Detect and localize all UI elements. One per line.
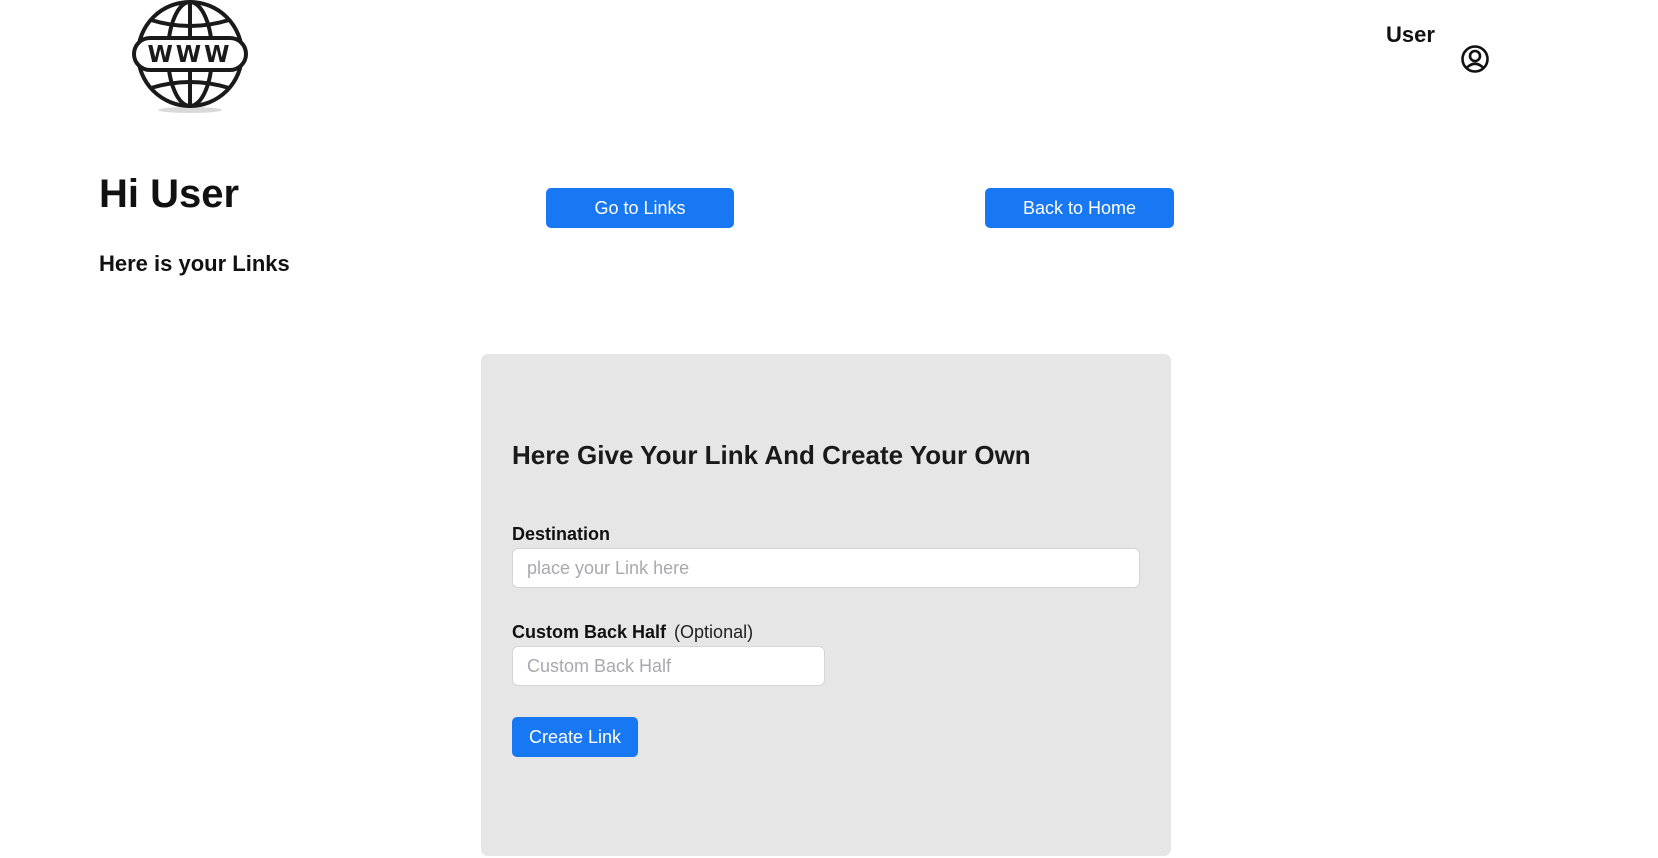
optional-note: (Optional)	[674, 622, 754, 642]
page: WWW User Hi User Here is your Links Go t…	[0, 0, 1658, 858]
destination-input[interactable]	[512, 548, 1140, 588]
logo-text: WWW	[147, 42, 232, 68]
destination-label: Destination	[512, 524, 610, 545]
user-name[interactable]: User	[1386, 22, 1435, 48]
form-title: Here Give Your Link And Create Your Own	[512, 440, 1031, 470]
greeting-heading: Hi User	[99, 172, 240, 216]
create-link-button[interactable]: Create Link	[512, 717, 638, 757]
user-circle-icon[interactable]	[1460, 44, 1490, 74]
custom-back-half-input[interactable]	[512, 646, 825, 686]
back-to-home-button[interactable]: Back to Home	[985, 188, 1174, 228]
create-link-card: Here Give Your Link And Create Your Own …	[481, 354, 1171, 856]
globe-www-icon[interactable]: WWW	[131, 0, 249, 115]
destination-label-text: Destination	[512, 524, 611, 544]
links-subheading: Here is your Links	[99, 251, 290, 276]
go-to-links-button[interactable]: Go to Links	[546, 188, 734, 228]
custom-back-half-label-text: Custom Back Half	[512, 622, 667, 642]
custom-back-half-label: Custom Back Half (Optional)	[512, 622, 753, 643]
